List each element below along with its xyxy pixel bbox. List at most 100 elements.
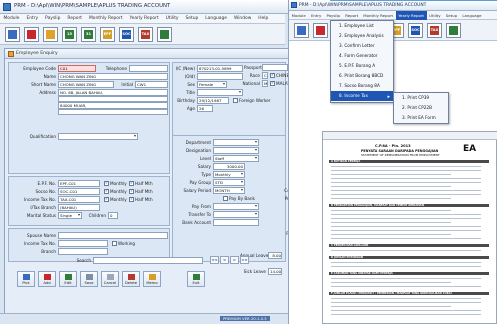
yearly-menu-item-7[interactable]: 7. Socso Borang 8A (331, 81, 393, 91)
yearly-menu-item-4[interactable]: 4. Form Generator (331, 51, 393, 61)
menu-language[interactable]: Language (202, 14, 231, 23)
annual-leave-field[interactable]: 8.00 (268, 252, 282, 259)
yearly-menu-item-1[interactable]: 1. Employee List (331, 21, 393, 31)
exit-button[interactable] (157, 27, 172, 42)
right-socso-button[interactable]: SOC (408, 23, 423, 38)
address-line-4[interactable] (58, 108, 168, 115)
level-dropdown[interactable]: Staff (213, 155, 259, 162)
right-menu-setup[interactable]: Setup (443, 11, 460, 20)
menu-report[interactable]: Report (64, 14, 86, 23)
right-pdf-button[interactable] (313, 23, 328, 38)
nav-button-3[interactable]: >> (240, 256, 249, 264)
pay-group-dropdown[interactable]: STD (213, 179, 245, 186)
nationality-code-field[interactable]: MY (262, 80, 268, 87)
right-menu-report[interactable]: Report (343, 11, 361, 20)
menu-payslip[interactable]: Payslip (42, 14, 64, 23)
title-dropdown[interactable] (197, 89, 243, 96)
employee-code-field[interactable]: C01 (58, 65, 96, 72)
socso-field[interactable]: SOC-C01 (58, 188, 100, 195)
race-checkbox[interactable] (270, 73, 275, 78)
yearly-menu-item-5[interactable]: 5. E.P.F. Borang A (331, 61, 393, 71)
right-menu-monthly-report[interactable]: Monthly Report (361, 11, 396, 20)
right-menu-utility[interactable]: Utility (427, 11, 444, 20)
race-code-field[interactable]: C (262, 72, 268, 79)
ic-old-field[interactable] (197, 73, 243, 80)
right-menu-yearly-report[interactable]: Yearly Report (395, 11, 427, 20)
sex-dropdown[interactable]: Female (197, 81, 227, 88)
designation-dropdown[interactable] (213, 147, 259, 154)
epf-halfmth-checkbox[interactable] (129, 181, 134, 186)
salary-field[interactable]: 3000.00 (213, 163, 245, 170)
socso-monthly-checkbox[interactable] (104, 189, 109, 194)
children-field[interactable]: 0 (108, 212, 118, 219)
right-help-book-button[interactable] (294, 23, 309, 38)
transfer-dropdown[interactable] (213, 211, 259, 218)
delete-button[interactable]: Delete (122, 271, 140, 287)
passport-field[interactable] (262, 64, 288, 71)
initial-field[interactable]: CW1 (135, 81, 168, 88)
menu-yearly-report[interactable]: Yearly Report (126, 14, 162, 23)
right-menu-language[interactable]: Language (460, 11, 484, 20)
calendar-15-button[interactable]: 15 (62, 27, 77, 42)
menu-help[interactable]: Help (255, 14, 272, 23)
spouse-tax-field[interactable] (58, 240, 108, 247)
yearly-menu-item-6[interactable]: 6. Print Borang 8BCD (331, 71, 393, 81)
birthday-field[interactable]: 29/12/1987 (197, 97, 229, 104)
memo-button[interactable]: Memo (143, 271, 161, 287)
add-button[interactable]: Add (38, 271, 56, 287)
right-tax-button[interactable]: TAX (427, 23, 442, 38)
socso-button[interactable]: SOC (119, 27, 134, 42)
calendar-31-button[interactable]: 31 (81, 27, 96, 42)
search-input[interactable] (93, 257, 203, 264)
marital-dropdown[interactable]: Single (58, 212, 82, 219)
tax-halfmth-checkbox[interactable] (129, 197, 134, 202)
spouse-branch-field[interactable] (58, 248, 108, 255)
nav-button-0[interactable]: << (210, 256, 219, 264)
short-name-field[interactable]: CHONG WAN ZING (58, 81, 114, 88)
income-tax-item-2[interactable]: 2. Print CP22B (394, 103, 448, 113)
qualification-dropdown[interactable] (58, 133, 138, 140)
right-menu-module[interactable]: Module (289, 11, 308, 20)
income-tax-item-3[interactable]: 3. Print EA Form (394, 113, 448, 123)
foreign-worker-checkbox[interactable] (233, 98, 238, 103)
type-dropdown[interactable]: Monthly (213, 171, 245, 178)
bank-account-field[interactable] (213, 219, 259, 226)
department-dropdown[interactable] (213, 139, 259, 146)
tax-field[interactable]: TAX-C01 (58, 196, 100, 203)
pay-by-bank-checkbox[interactable] (223, 196, 228, 201)
tax-branch-field[interactable]: (BAHAU) (58, 204, 100, 211)
right-menu-entry[interactable]: Entry (308, 11, 324, 20)
pick-button[interactable]: Pick (17, 271, 35, 287)
menu-setup[interactable]: Setup (182, 14, 202, 23)
telephone-field[interactable] (129, 65, 168, 72)
menu-window[interactable]: Window (230, 14, 254, 23)
pdf-button[interactable] (24, 27, 39, 42)
socso-halfmth-checkbox[interactable] (129, 189, 134, 194)
cancel-button[interactable]: Cancel (101, 271, 119, 287)
menu-monthly-report[interactable]: Monthly Report (85, 14, 126, 23)
spouse-working-checkbox[interactable] (112, 241, 117, 246)
nav-button-1[interactable]: < (220, 256, 229, 264)
right-menu-payslip[interactable]: Payslip (324, 11, 343, 20)
save-button[interactable]: Save (80, 271, 98, 287)
right-exit-button[interactable] (446, 23, 461, 38)
tax-button[interactable]: TAX (138, 27, 153, 42)
pay-from-dropdown[interactable] (213, 203, 259, 210)
ic-new-field[interactable]: 870213-01-5899 (197, 65, 243, 72)
menu-utility[interactable]: Utility (162, 14, 182, 23)
salary-period-dropdown[interactable]: MONTH (213, 187, 245, 194)
nationality-checkbox[interactable] (270, 81, 275, 86)
menu-entry[interactable]: Entry (23, 14, 42, 23)
epf-button[interactable]: EPF (100, 27, 115, 42)
name-field[interactable]: CHONG WAN ZING (58, 73, 168, 80)
epf-monthly-checkbox[interactable] (104, 181, 109, 186)
yearly-menu-item-3[interactable]: 3. Confirm Letter (331, 41, 393, 51)
spouse-name-field[interactable] (58, 232, 168, 239)
nav-button-2[interactable]: > (230, 256, 239, 264)
edit-button[interactable]: Edit (59, 271, 77, 287)
exit-button[interactable]: Exit (187, 271, 205, 287)
yearly-menu-item-8[interactable]: 8. Income Tax (331, 91, 393, 101)
chart-button[interactable] (43, 27, 58, 42)
epf-field[interactable]: EPF-C01 (58, 180, 100, 187)
sick-leave-field[interactable]: 14.00 (268, 268, 282, 275)
